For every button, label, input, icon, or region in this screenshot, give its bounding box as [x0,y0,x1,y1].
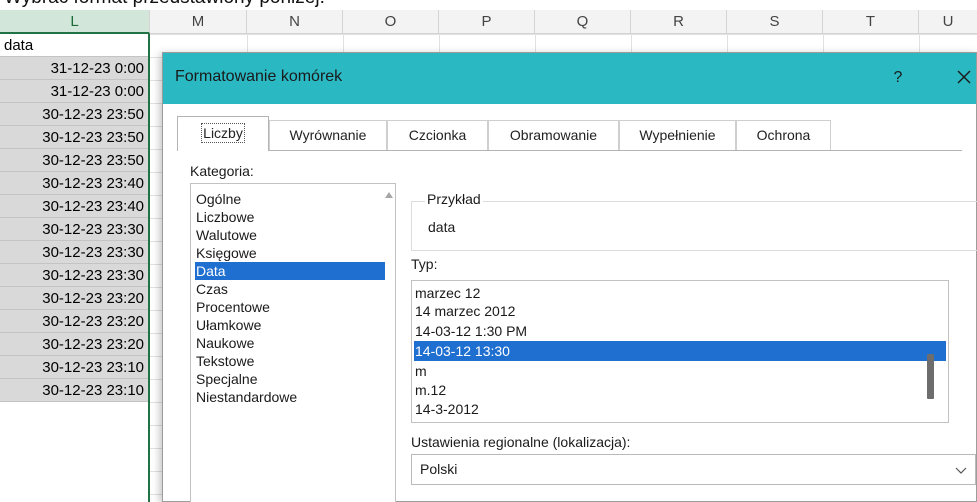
list-item-selected[interactable]: Data [195,262,385,280]
column-header-n[interactable]: N [247,10,343,34]
table-cell[interactable]: 30-12-23 23:10 [0,379,148,402]
list-item[interactable]: Czas [195,280,385,298]
column-header-l[interactable]: L [0,10,150,34]
close-icon [957,70,971,84]
tab-liczby[interactable]: Liczby [177,116,269,151]
tab-label: Liczby [201,123,245,143]
list-item-selected[interactable]: 14-03-12 13:30 [414,341,946,361]
list-item[interactable]: 14-3-2012 [414,399,946,419]
table-cell[interactable]: 30-12-23 23:50 [0,149,148,172]
table-cell[interactable]: 30-12-23 23:20 [0,310,148,333]
list-item[interactable]: 14-03-12 1:30 PM [414,321,946,341]
chevron-down-icon [955,467,967,474]
list-item[interactable]: m.12 [414,380,946,400]
category-list[interactable]: Ogólne Liczbowe Walutowe Księgowe Data C… [190,183,396,502]
dialog-title: Formatowanie komórek [175,68,343,85]
list-item[interactable]: Ogólne [195,190,385,208]
column-header-p[interactable]: P [439,10,535,34]
table-cell[interactable]: 30-12-23 23:50 [0,126,148,149]
table-cell[interactable]: 30-12-23 23:40 [0,172,148,195]
column-headers: L M N O P Q R S T U [0,10,977,34]
table-cell[interactable]: 30-12-23 23:30 [0,218,148,241]
scroll-up-arrow-icon[interactable] [384,190,394,200]
instruction-text: Wybrać format przedstawiony poniżej: [4,0,325,9]
list-item[interactable]: Tekstowe [195,352,385,370]
table-cell[interactable]: 30-12-23 23:20 [0,333,148,356]
table-cell[interactable]: 30-12-23 23:20 [0,287,148,310]
locale-dropdown[interactable]: Polski [411,454,976,485]
table-cell[interactable]: 30-12-23 23:40 [0,195,148,218]
close-button[interactable] [951,63,977,91]
type-list[interactable]: marzec 12 14 marzec 2012 14-03-12 1:30 P… [411,280,949,423]
list-item[interactable]: Niestandardowe [195,388,385,406]
help-button[interactable]: ? [885,65,911,91]
type-list-scrollbar[interactable] [927,354,934,399]
tab-panel-border [177,150,962,151]
column-header-s[interactable]: S [727,10,823,34]
column-header-q[interactable]: Q [535,10,631,34]
tab-wyrownanie[interactable]: Wyrównanie [269,120,387,150]
table-cell[interactable]: 30-12-23 23:50 [0,103,148,126]
table-cell[interactable]: 30-12-23 23:10 [0,356,148,379]
category-label: Kategoria: [190,163,254,179]
column-header-u[interactable]: U [919,10,977,34]
list-item[interactable]: Procentowe [195,298,385,316]
table-cell[interactable]: 31-12-23 0:00 [0,57,148,80]
table-cell[interactable]: 30-12-23 23:30 [0,264,148,287]
type-label: Typ: [411,256,438,272]
list-item[interactable]: Ułamkowe [195,316,385,334]
tab-wypelnienie[interactable]: Wypełnienie [619,120,736,150]
sample-group [411,201,977,251]
tab-czcionka[interactable]: Czcionka [387,120,488,150]
list-item[interactable]: Walutowe [195,226,385,244]
list-item[interactable]: marzec 12 [414,283,946,303]
table-cell[interactable]: 31-12-23 0:00 [0,80,148,103]
list-item[interactable]: Specjalne [195,370,385,388]
sample-value: data [428,219,456,235]
list-item[interactable]: m [414,361,946,381]
sample-label: Przykład [425,191,483,207]
column-header-m[interactable]: M [150,10,247,34]
locale-label: Ustawienia regionalne (lokalizacja): [411,434,631,450]
dialog-titlebar[interactable]: Formatowanie komórek ? [163,53,976,104]
tab-obramowanie[interactable]: Obramowanie [488,120,619,150]
column-l-cells: data 31-12-23 0:00 31-12-23 0:00 30-12-2… [0,34,150,502]
list-item[interactable]: Księgowe [195,244,385,262]
list-item[interactable]: Liczbowe [195,208,385,226]
format-cells-dialog: Formatowanie komórek ? Liczby Wyrównanie… [162,52,977,502]
tab-ochrona[interactable]: Ochrona [736,120,831,150]
column-header-t[interactable]: T [823,10,919,34]
cell-header-data[interactable]: data [0,34,148,57]
list-item[interactable]: 14 marzec 2012 [414,301,946,321]
list-item[interactable]: Naukowe [195,334,385,352]
column-header-o[interactable]: O [343,10,439,34]
table-cell[interactable]: 30-12-23 23:30 [0,241,148,264]
locale-value: Polski [420,461,458,477]
column-header-r[interactable]: R [631,10,727,34]
